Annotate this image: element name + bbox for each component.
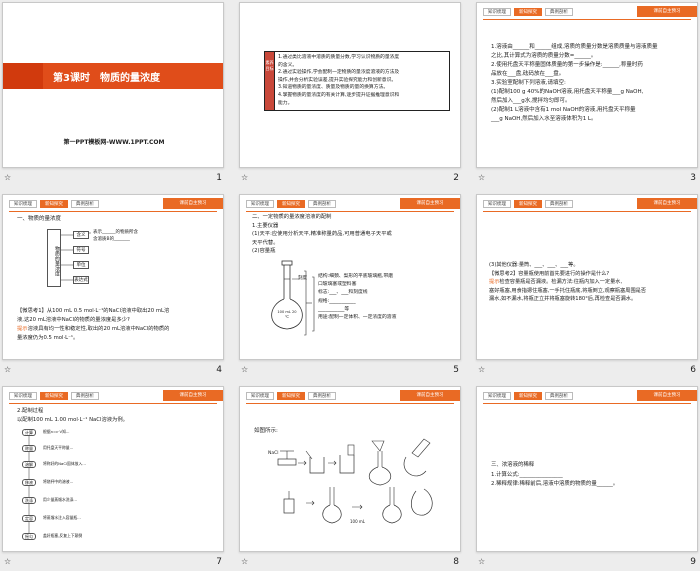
tab-explore: 新知探究 [514,392,542,400]
slide-cell-7: 知识梳理 新知探究 典例剖析 课前自主预习 2.配制过程 以配制100 mL 1… [2,386,224,571]
section-banner: 课前自主预习 [637,198,697,209]
row-meaning: 含义 [73,231,89,239]
slide-sorter-grid: 第3课时 物质的量浓度 第一PPT模板网-WWW.1PPT.COM ☆ 1 素养… [0,0,700,570]
header-rule [483,403,691,404]
process-flow-connectors [28,431,30,537]
slide-cell-9: 知识梳理 新知探究 典例剖析 课前自主预习 三、浓溶液的稀释 1.计算公式:__… [476,386,698,571]
step-volume: 定容 [22,515,36,522]
slide-number: 9 [690,557,696,567]
goals-side-label: 素养目标 [265,52,275,110]
title-band-accent [3,63,43,89]
slide-cell-4: 知识梳理 新知探究 典例剖析 课前自主预习 一、物质的量浓度 物质的量浓度 含义… [2,194,224,379]
tab-knowledge: 知识梳理 [483,8,511,16]
slide-tabs: 知识梳理 新知探究 典例剖析 [483,200,573,208]
slide-cell-3: 知识梳理 新知探究 典例剖析 课前自主预习 1.溶液由______和______… [476,2,698,187]
flask-mark-label: 刻度 [298,276,307,281]
star-icon[interactable]: ☆ [478,170,485,186]
slide-thumbnail-7[interactable]: 知识梳理 新知探究 典例剖析 课前自主预习 2.配制过程 以配制100 mL 1… [2,386,224,552]
slide-thumbnail-2[interactable]: 素养目标 1.通过类比溶液中溶质的质量分数,学习认识物质的量浓度 的含义。 2.… [239,2,461,168]
slide-cell-6: 知识梳理 新知探究 典例剖析 课前自主预习 (3)其他仪器:量筒、___、___… [476,194,698,379]
step-calculate: 计算 [22,429,36,436]
lesson-title: 第3课时 物质的量浓度 [53,73,160,84]
star-icon[interactable]: ☆ [4,170,11,186]
slide-tabs: 知识梳理 新知探究 典例剖析 [483,8,573,16]
slide-footer-3: ☆ 3 [476,170,698,186]
tab-explore: 新知探究 [514,8,542,16]
step-notes: 根据n=c·V知... 用托盘天平称量... 将称好的NaCl固体放入... 将… [43,429,86,538]
star-icon[interactable]: ☆ [241,362,248,378]
tab-explore: 新知探究 [514,200,542,208]
lab-procedure-icon [277,438,433,524]
title-band: 第3课时 物质的量浓度 [3,63,223,89]
slide-cell-5: 知识梳理 新知探究 典例剖析 课前自主预习 二、一定物质的量浓度溶液的配制 1.… [239,194,461,379]
slide-cell-2: 素养目标 1.通过类比溶液中溶质的质量分数,学习认识物质的量浓度 的含义。 2.… [239,2,461,187]
slide-number: 8 [453,557,459,567]
slide-footer-7: ☆ 7 [2,554,224,570]
slide-footer-1: ☆ 1 [2,170,224,186]
header-rule [483,19,691,20]
slide-number: 7 [216,557,222,567]
star-icon[interactable]: ☆ [478,362,485,378]
slide-number: 1 [216,173,222,183]
slide-number: 4 [216,365,222,375]
slide-number: 6 [690,365,696,375]
slide-9-body: 三、浓溶液的稀释 1.计算公式:________________ 2.稀释规律:… [491,462,619,487]
slide-footer-5: ☆ 5 [239,362,461,378]
step-transfer: 移液 [22,479,36,486]
tab-knowledge: 知识梳理 [483,200,511,208]
section-banner: 课前自主预习 [637,6,697,17]
star-icon[interactable]: ☆ [4,362,11,378]
nacl-label: NaCl [268,451,279,456]
slide-thumbnail-3[interactable]: 知识梳理 新知探究 典例剖析 课前自主预习 1.溶液由______和______… [476,2,698,168]
tab-examples: 典例剖析 [545,8,573,16]
template-credit: 第一PPT模板网-WWW.1PPT.COM [63,139,165,146]
tab-knowledge: 知识梳理 [483,392,511,400]
slide-footer-4: ☆ 4 [2,362,224,378]
step-weigh: 称量 [22,445,36,452]
slide-cell-1: 第3课时 物质的量浓度 第一PPT模板网-WWW.1PPT.COM ☆ 1 [2,2,224,187]
step-dissolve: 溶解 [22,461,36,468]
tab-examples: 典例剖析 [545,200,573,208]
slide-thumbnail-9[interactable]: 知识梳理 新知探究 典例剖析 课前自主预习 三、浓溶液的稀释 1.计算公式:__… [476,386,698,552]
think-question-1: 【微思考1】从100 mL 0.5 mol·L⁻¹的NaCl溶液中取出20 mL… [17,308,170,341]
slide-tabs: 知识梳理 新知探究 典例剖析 [483,392,573,400]
star-icon[interactable]: ☆ [241,554,248,570]
tab-examples: 典例剖析 [545,392,573,400]
goals-box: 素养目标 1.通过类比溶液中溶质的质量分数,学习认识物质的量浓度 的含义。 2.… [264,51,450,111]
slide-cell-8: 知识梳理 新知探究 典例剖析 课前自主预习 如图所示: NaCl 100 mL … [239,386,461,571]
slide-thumbnail-1[interactable]: 第3课时 物质的量浓度 第一PPT模板网-WWW.1PPT.COM [2,2,224,168]
slide-footer-2: ☆ 2 [239,170,461,186]
slide-3-body: 1.溶液由______和______组成,溶质的质量分数是溶质质量与溶液质量 之… [491,44,658,122]
slide-thumbnail-8[interactable]: 知识梳理 新知探究 典例剖析 课前自主预习 如图所示: NaCl 100 mL [239,386,461,552]
section-banner: 课前自主预习 [637,390,697,401]
star-icon[interactable]: ☆ [478,554,485,570]
row-formula: 表达式 [73,276,89,284]
slide-6-body: (3)其他仪器:量筒、___、___、___等。 【微思考2】容量瓶使用前首先要… [489,262,647,302]
slide-number: 5 [453,365,459,375]
slide-thumbnail-6[interactable]: 知识梳理 新知探究 典例剖析 课前自主预习 (3)其他仪器:量筒、___、___… [476,194,698,360]
slide-number: 3 [690,173,696,183]
row-notes: 表示______的物质所含 含溶质B的_______ [93,230,138,242]
star-icon[interactable]: ☆ [241,170,248,186]
goals-text: 1.通过类比溶液中溶质的质量分数,学习认识物质的量浓度 的含义。 2.通过实验操… [278,55,400,106]
slide-footer-6: ☆ 6 [476,362,698,378]
slide-footer-8: ☆ 8 [239,554,461,570]
flask-volume-label: 100 mL 20 ℃ [277,310,297,319]
slide-footer-9: ☆ 9 [476,554,698,570]
header-rule [483,211,691,212]
slide-number: 2 [453,173,459,183]
flask-notes: 结构:细颈、梨形的平底玻璃瓶,带磨 口玻璃塞或塑料塞 标志:___、___和刻度… [318,274,397,321]
slide-thumbnail-5[interactable]: 知识梳理 新知探究 典例剖析 课前自主预习 二、一定物质的量浓度溶液的配制 1.… [239,194,461,360]
row-symbol: 符号 [73,246,89,254]
step-shake: 摇匀 [22,533,36,540]
volume-label: 100 mL [350,519,366,524]
step-wash: 洗涤 [22,497,36,504]
slide-thumbnail-4[interactable]: 知识梳理 新知探究 典例剖析 课前自主预习 一、物质的量浓度 物质的量浓度 含义… [2,194,224,360]
row-unit: 单位 [73,261,89,269]
star-icon[interactable]: ☆ [4,554,11,570]
